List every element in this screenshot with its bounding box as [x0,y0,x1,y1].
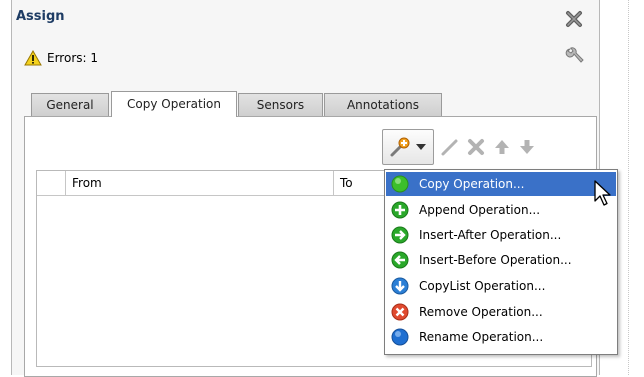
menu-item-append-operation[interactable]: Append Operation... [386,198,616,222]
menu-item-label: Insert-After Operation... [419,228,562,242]
tab-copy-operation[interactable]: Copy Operation [111,91,237,117]
add-wand-icon [390,137,410,157]
divider [628,0,629,375]
menu-item-insert-after-operation[interactable]: Insert-After Operation... [386,223,616,247]
menu-item-rename-operation[interactable]: Rename Operation... [386,325,616,349]
blue-dot-icon [391,328,409,346]
dialog-title: Assign [16,9,65,24]
column-header-selector[interactable] [37,171,66,195]
green-dot-icon [391,175,409,193]
arrow-right-green-icon [391,226,409,244]
menu-item-copy-operation[interactable]: Copy Operation... [386,172,616,196]
plus-green-icon [391,201,409,219]
mouse-cursor-icon [594,180,611,206]
warning-icon [24,50,42,66]
menu-item-insert-before-operation[interactable]: Insert-Before Operation... [386,248,616,272]
add-operation-dropdown-button[interactable] [382,129,434,165]
tab-sensors[interactable]: Sensors [238,93,323,116]
menu-item-label: CopyList Operation... [419,279,546,293]
menu-item-copylist-operation[interactable]: CopyList Operation... [386,274,616,298]
errors-label: Errors: 1 [47,51,98,65]
menu-item-label: Remove Operation... [419,305,543,319]
menu-item-remove-operation[interactable]: Remove Operation... [386,300,616,324]
arrow-left-green-icon [391,251,409,269]
move-up-icon[interactable] [492,137,512,157]
errors-indicator: Errors: 1 [24,49,98,67]
menu-item-label: Rename Operation... [419,330,544,344]
menu-item-label: Copy Operation... [419,177,525,191]
chevron-down-icon [416,144,426,150]
edit-icon[interactable] [440,137,460,157]
arrow-down-blue-icon [391,277,409,295]
add-operation-menu: Copy Operation... Append Operation... In… [384,169,618,355]
menu-item-label: Insert-Before Operation... [419,253,572,267]
tab-annotations[interactable]: Annotations [324,93,442,116]
column-header-from[interactable]: From [66,171,334,195]
delete-icon[interactable] [466,137,486,157]
wrench-icon[interactable] [564,45,586,67]
tab-general[interactable]: General [31,93,109,116]
x-red-icon [391,303,409,321]
move-down-icon[interactable] [517,137,537,157]
close-icon[interactable] [565,10,583,28]
menu-item-label: Append Operation... [419,203,541,217]
